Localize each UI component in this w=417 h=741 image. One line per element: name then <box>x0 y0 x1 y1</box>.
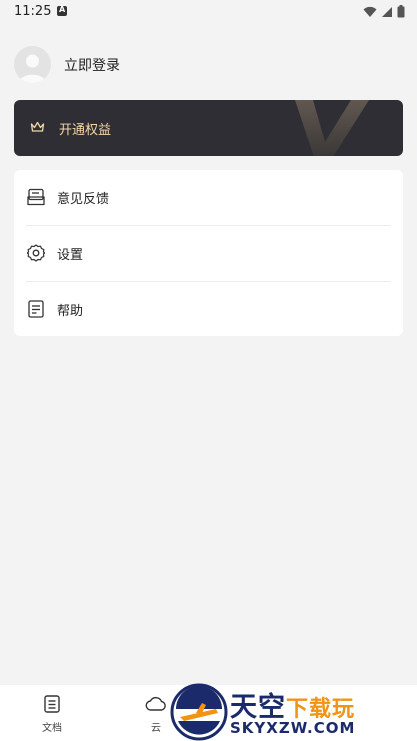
watermark-subtitle: SKYXZW.COM <box>230 719 356 737</box>
profile-login[interactable]: 立即登录 <box>14 46 120 83</box>
battery-icon <box>397 5 405 18</box>
crown-icon <box>30 121 45 132</box>
avatar[interactable] <box>14 46 51 83</box>
vip-v-decoration <box>295 100 369 156</box>
menu-card: 意见反馈 设置 帮助 <box>14 170 403 336</box>
menu-item-help[interactable]: 帮助 <box>14 282 403 337</box>
notification-a-icon <box>57 5 67 16</box>
help-doc-icon <box>28 300 44 318</box>
user-placeholder-icon <box>19 54 46 83</box>
menu-item-label: 设置 <box>57 248 84 263</box>
menu-item-feedback[interactable]: 意见反馈 <box>14 170 403 225</box>
gear-icon <box>27 244 45 262</box>
tab-label: 文档 <box>42 723 62 734</box>
status-icons <box>363 5 405 18</box>
wifi-icon <box>363 6 377 17</box>
status-time: 11:25 <box>14 4 52 19</box>
tab-documents[interactable]: 文档 <box>12 685 92 741</box>
login-link[interactable]: 立即登录 <box>64 55 120 75</box>
vip-label: 开通权益 <box>59 123 112 138</box>
signal-icon <box>382 6 392 17</box>
vip-banner[interactable]: 开通权益 <box>14 100 403 156</box>
watermark: 天空下载玩 SKYXZW.COM <box>170 683 417 741</box>
cloud-icon <box>145 696 166 711</box>
watermark-logo-icon <box>170 683 228 741</box>
document-icon <box>44 695 60 713</box>
menu-item-settings[interactable]: 设置 <box>14 226 403 281</box>
feedback-icon <box>27 188 45 206</box>
status-bar: 11:25 <box>0 0 417 24</box>
menu-item-label: 意见反馈 <box>57 192 110 207</box>
menu-item-label: 帮助 <box>57 304 84 319</box>
